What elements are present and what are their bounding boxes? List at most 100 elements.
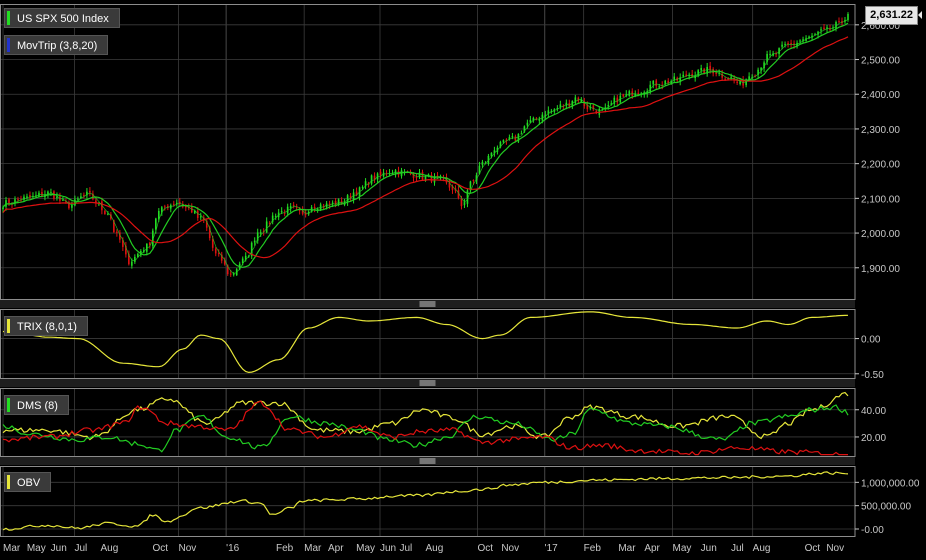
candle-body	[463, 202, 466, 206]
candle-body	[511, 136, 514, 138]
candle-body	[217, 253, 220, 255]
candle-body	[655, 80, 658, 87]
x-tick-label: Jul	[400, 543, 413, 554]
obv-title: OBV	[17, 477, 41, 489]
candle-body	[784, 44, 786, 46]
candle-body	[664, 80, 667, 84]
candle-body	[172, 203, 175, 205]
x-tick-label: Jun	[380, 543, 396, 554]
x-tick-label: Aug	[101, 543, 119, 554]
candle-body	[799, 40, 801, 42]
price-title: US SPX 500 Index	[17, 13, 109, 25]
x-tick-label: Jul	[731, 543, 744, 554]
dms-title: DMS (8)	[17, 400, 58, 412]
obv-swatch	[7, 475, 10, 489]
movtrip-title: MovTrip (3,8,20)	[17, 40, 98, 52]
last-price-pointer	[918, 11, 922, 19]
candle-body	[154, 218, 157, 230]
candle-body	[116, 231, 118, 234]
movtrip-legend[interactable]: MovTrip (3,8,20)	[4, 35, 109, 55]
price-legend[interactable]: US SPX 500 Index	[4, 8, 120, 28]
x-tick-label: May	[356, 543, 375, 554]
x-tick-label: Oct	[478, 543, 494, 554]
movtrip-swatch	[7, 38, 10, 52]
trix-panel[interactable]	[2, 311, 849, 374]
candle-body	[514, 136, 517, 141]
x-tick-label: Aug	[753, 543, 771, 554]
price-swatch	[7, 11, 10, 25]
candle-body	[781, 44, 783, 47]
movtrip-line-3	[2, 18, 849, 275]
obv-line	[2, 471, 849, 531]
candle-body	[682, 74, 685, 77]
x-tick-label: Feb	[276, 543, 294, 554]
candle-body	[74, 199, 76, 206]
last-price-label: 2,631.22	[865, 6, 918, 25]
y-tick-label: 500,000.00	[861, 502, 911, 513]
candle-body	[259, 232, 262, 234]
candle-body	[319, 204, 322, 210]
x-tick-label: Apr	[328, 543, 344, 554]
y-tick-label: 2,000.00	[861, 229, 900, 240]
candle-body	[820, 29, 822, 31]
x-tick-label: Apr	[644, 543, 660, 554]
candle-body	[421, 171, 424, 180]
y-tick-label: 2,200.00	[861, 160, 900, 171]
candle-body	[481, 161, 484, 165]
dms-legend[interactable]: DMS (8)	[4, 395, 69, 415]
x-tick-label: May	[673, 543, 692, 554]
y-tick-label: 1,000,000.00	[861, 478, 920, 489]
candle-body	[703, 68, 705, 74]
panel-frame-dms	[0, 388, 856, 457]
x-tick-label: Oct	[805, 543, 821, 554]
candle-body	[289, 206, 292, 209]
candle-body	[83, 194, 85, 196]
candle-body	[658, 86, 661, 88]
candle-body	[472, 180, 475, 182]
trix-legend[interactable]: TRIX (8,0,1)	[4, 316, 88, 336]
y-tick-label: 20.00	[861, 433, 886, 444]
x-tick-label: Mar	[618, 543, 636, 554]
candle-body	[538, 119, 541, 121]
x-tick-label: Mar	[3, 543, 21, 554]
candle-body	[607, 104, 610, 107]
obv-panel[interactable]	[2, 471, 849, 531]
panel-resize-handles[interactable]	[0, 300, 855, 465]
y-tick-label: 40.00	[861, 406, 886, 417]
candle-body	[229, 273, 232, 275]
price-panel[interactable]	[2, 12, 849, 277]
x-tick-label: Feb	[584, 543, 602, 554]
dms-panel[interactable]	[2, 391, 849, 456]
candle-body	[265, 221, 268, 233]
obv-legend[interactable]: OBV	[4, 472, 52, 492]
candle-body	[379, 171, 382, 176]
candle-body	[41, 192, 43, 197]
candle-body	[652, 80, 655, 85]
candle-body	[490, 152, 493, 157]
chart-canvas[interactable]: 1,900.00 2,000.00 2,100.00 2,200.00 2,300.00…	[0, 0, 926, 560]
candle-body	[736, 81, 738, 83]
candle-body	[700, 68, 702, 71]
candle-body	[823, 27, 825, 30]
candle-body	[131, 261, 133, 266]
trix-title: TRIX (8,0,1)	[17, 321, 77, 333]
movtrip-line-20	[2, 36, 849, 259]
candle-body	[196, 210, 199, 218]
x-tick-label: May	[27, 543, 46, 554]
candle-body	[77, 198, 79, 200]
x-tick-label: Jun	[51, 543, 67, 554]
candle-body	[283, 212, 286, 214]
candle-body	[274, 216, 277, 218]
candle-body	[529, 119, 532, 123]
candle-body	[628, 91, 631, 96]
x-tick-label: '17	[545, 543, 558, 554]
y-tick-label: 1,900.00	[861, 264, 900, 275]
x-tick-label: Oct	[153, 543, 169, 554]
candle-body	[292, 204, 295, 206]
x-tick-label: Nov	[179, 543, 197, 554]
candle-body	[89, 190, 91, 193]
y-tick-label: -0.00	[861, 525, 884, 536]
x-axis: Mar May Jun Jul Aug Oct Nov '16 Feb Mar Apr May Jun J…	[3, 543, 844, 554]
candle-body	[163, 206, 166, 208]
trix-line	[2, 311, 849, 374]
